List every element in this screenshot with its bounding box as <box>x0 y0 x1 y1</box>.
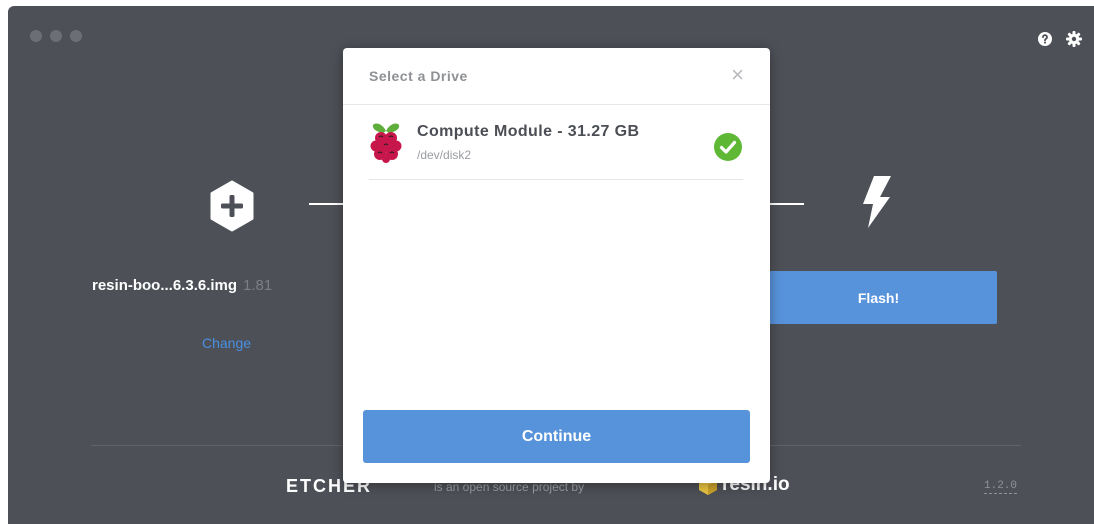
select-drive-modal: Select a Drive × Compute Module - 31.27 … <box>343 48 770 483</box>
minimize-window-button[interactable] <box>50 30 62 42</box>
close-icon[interactable]: × <box>731 62 744 88</box>
change-image-link[interactable]: Change <box>202 335 251 351</box>
window-controls <box>30 30 82 42</box>
modal-header: Select a Drive × <box>343 48 770 105</box>
version-label[interactable]: 1.2.0 <box>984 480 1018 494</box>
lightning-bolt-icon <box>863 176 891 228</box>
image-size: 1.81 <box>243 277 273 294</box>
step-connector-right <box>770 203 804 205</box>
check-circle-icon <box>714 133 742 161</box>
modal-title: Select a Drive <box>369 68 468 84</box>
top-toolbar <box>1038 31 1082 47</box>
continue-button[interactable]: Continue <box>363 410 750 463</box>
gear-icon[interactable] <box>1066 31 1082 47</box>
plus-hexagon-icon[interactable] <box>206 180 258 232</box>
raspberry-pi-icon <box>370 123 402 163</box>
close-window-button[interactable] <box>30 30 42 42</box>
drive-list-item[interactable]: Compute Module - 31.27 GB /dev/disk2 <box>369 105 743 180</box>
flash-button[interactable]: Flash! <box>760 271 997 324</box>
drive-name: Compute Module - 31.27 GB <box>417 123 640 140</box>
drive-path: /dev/disk2 <box>417 148 472 162</box>
question-circle-icon[interactable] <box>1038 32 1052 46</box>
image-filename: resin-boo...6.3.6.img <box>92 277 238 294</box>
maximize-window-button[interactable] <box>70 30 82 42</box>
selected-image-name: resin-boo...6.3.6.img 1.81 <box>92 277 272 294</box>
